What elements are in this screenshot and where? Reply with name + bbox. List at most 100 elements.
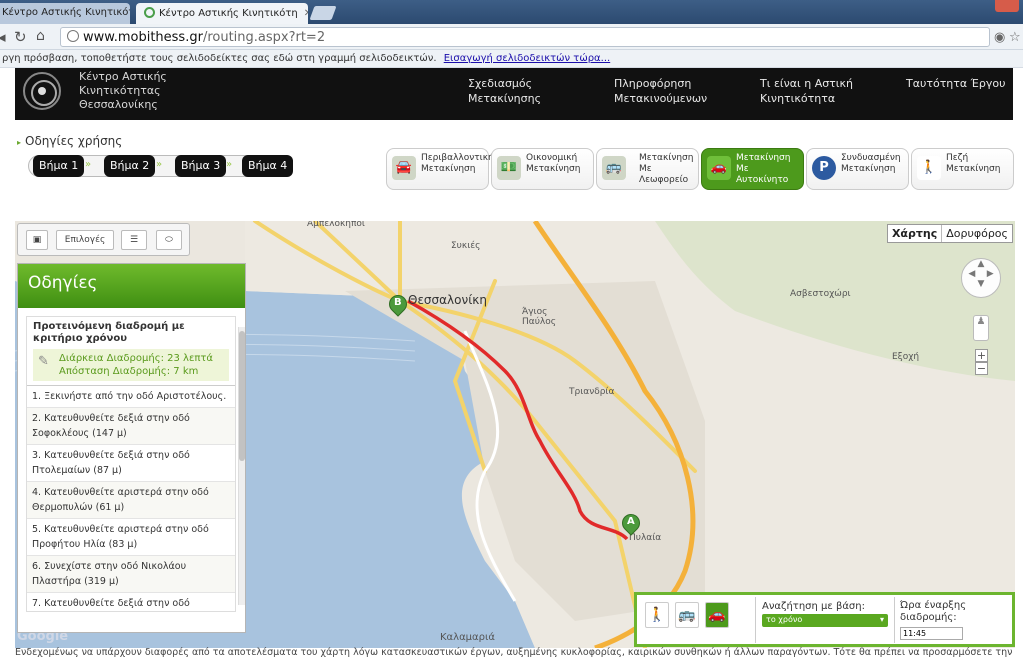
step-4-button[interactable]: Βήμα 4 <box>242 155 294 177</box>
dropdown-caret-icon: ▾ <box>879 615 884 624</box>
eco-car-icon: 🚘 <box>392 156 416 180</box>
bus-icon: 🚌 <box>602 156 626 180</box>
site-logo-text[interactable]: Κέντρο Αστικής Κινητικότητας Θεσσαλονίκη… <box>79 70 167 112</box>
window-close-button[interactable] <box>995 0 1019 12</box>
zoom-in-button[interactable]: + <box>975 349 988 362</box>
money-icon: 💵 <box>497 156 521 180</box>
address-bar[interactable]: www.mobithess.gr/routing.aspx?rt=2 <box>60 27 990 47</box>
directions-panel: Οδηγίες Προτεινόμενη διαδρομή με κριτήρι… <box>17 263 246 633</box>
layers-icon[interactable]: ☰ <box>121 230 147 250</box>
logo-line: Κινητικότητας <box>79 84 161 97</box>
site-favicon-icon <box>144 7 155 18</box>
route-search-box: 🚶 🚌 🚗 Αναζήτηση με βάση: το χρόνο ▾ Ώρα έ… <box>634 592 1015 647</box>
map-label: Άγιος Παύλος <box>522 307 557 327</box>
directions-title: Οδηγίες <box>18 264 245 308</box>
step-arrow-icon: » <box>85 159 92 170</box>
map-label: Τριανδρία <box>569 387 615 397</box>
toggle-panel-icon[interactable]: ▣ <box>26 230 48 250</box>
page-icon <box>67 30 79 42</box>
bookmark-star-icon[interactable]: ☆ <box>1009 30 1021 45</box>
map-label: Θεσσαλονίκη <box>408 293 487 307</box>
direction-step[interactable]: 3. Κατευθυνθείτε δεξιά στην οδό Πτολεμαί… <box>27 445 235 482</box>
home-icon[interactable]: ⌂ <box>36 28 45 44</box>
route-duration: Διάρκεια Διαδρομής: 23 λεπτά <box>59 353 213 364</box>
fullscreen-icon[interactable]: ⬭ <box>156 230 182 250</box>
search-by-select[interactable]: το χρόνο ▾ <box>762 614 888 627</box>
usage-instructions-title: ▸ Οδηγίες χρήσης <box>17 134 123 148</box>
direction-step[interactable]: 1. Ξεκινήστε από την οδό Αριστοτέλους. <box>27 386 235 408</box>
recommended-route[interactable]: Προτεινόμενη διαδρομή με κριτήριο χρόνου… <box>27 317 235 386</box>
url-path: /routing.aspx?rt=2 <box>202 30 326 45</box>
mode-tab-walk[interactable]: 🚶 Πεζή Μετακίνηση <box>911 148 1014 190</box>
scrollbar-thumb[interactable] <box>239 331 245 461</box>
route-distance: Απόσταση Διαδρομής: 7 km <box>59 366 199 377</box>
walk-mode-icon[interactable]: 🚶 <box>645 602 669 628</box>
location-icon[interactable]: ◉ <box>994 30 1005 45</box>
url-host: www.mobithess.gr <box>83 30 203 45</box>
mode-tab-economic[interactable]: 💵 Οικονομική Μετακίνηση <box>491 148 594 190</box>
pan-control[interactable]: ▲ ◀ ▶ ▼ <box>961 258 1001 298</box>
map-label: Αμπελόκηποι <box>307 221 365 229</box>
start-time-label: Ώρα έναρξης διαδρομής: <box>900 600 967 623</box>
direction-step[interactable]: 5. Κατευθυνθείτε αριστερά στην οδό Προφή… <box>27 519 235 556</box>
directions-scrollbar[interactable] <box>238 327 245 605</box>
direction-step[interactable]: 6. Συνεχίστε στην οδό Νικολάου Πλαστήρα … <box>27 556 235 593</box>
site-header: Κέντρο Αστικής Κινητικότητας Θεσσαλονίκη… <box>15 68 1013 120</box>
site-logo-icon[interactable] <box>23 72 61 110</box>
map-label: Πυλαία <box>629 533 662 543</box>
bookmark-prompt: ργη πρόσβαση, τοποθετήστε τους σελιδοδεί… <box>2 53 437 64</box>
close-tab-icon[interactable]: ✕ <box>304 8 308 19</box>
street-view-pegman-icon[interactable]: ♟ <box>973 315 989 341</box>
map-label: Εξοχή <box>892 352 920 362</box>
disclaimer-text: Ενδεχομένως να υπάρχουν διαφορές από τα … <box>15 647 1013 658</box>
pedestrian-icon: 🚶 <box>917 156 941 180</box>
logo-line: Θεσσαλονίκης <box>79 98 158 111</box>
directions-list[interactable]: Προτεινόμενη διαδρομή με κριτήριο χρόνου… <box>26 316 236 612</box>
recommended-route-title: Προτεινόμενη διαδρομή με κριτήριο χρόνου <box>33 321 185 344</box>
new-tab-button[interactable] <box>309 6 337 20</box>
divider <box>894 597 895 643</box>
browser-toolbar: ◂ ↻ ⌂ www.mobithess.gr/routing.aspx?rt=2… <box>0 24 1023 50</box>
map-type-control: Χάρτης Δορυφόρος <box>886 224 1013 243</box>
mode-tab-bus[interactable]: 🚌 Μετακίνηση Με Λεωφορείο <box>596 148 699 190</box>
tab-title: Κέντρο Αστικής Κινητικότη <box>2 7 130 18</box>
mode-tab-environmental[interactable]: 🚘 Περιβαλλοντική Μετακίνηση <box>386 148 494 190</box>
direction-step[interactable]: 2. Κατευθυνθείτε δεξιά στην οδό Σοφοκλέο… <box>27 408 235 445</box>
menu-item-project-identity[interactable]: Ταυτότητα Έργου <box>906 76 1005 91</box>
browser-tab-bar: Κέντρο Αστικής Κινητικότη ✕ Κέντρο Αστική… <box>0 0 1023 24</box>
options-button[interactable]: Επιλογές <box>56 230 114 250</box>
bullet-arrow-icon: ▸ <box>17 138 22 147</box>
map-label: Καλαμαριά <box>440 632 495 643</box>
direction-step[interactable]: 7. Κατευθυνθείτε δεξιά στην οδό <box>27 593 235 611</box>
menu-item-trip-planning[interactable]: Σχεδιασμός Μετακίνησης <box>468 76 541 106</box>
mode-tab-car[interactable]: 🚗 Μετακίνηση Με Αυτοκίνητο <box>701 148 804 190</box>
map-label: Συκιές <box>451 241 481 251</box>
menu-item-traveller-info[interactable]: Πληροφόρηση Μετακινούμενων <box>614 76 707 106</box>
reload-icon[interactable]: ↻ <box>14 28 27 46</box>
back-icon[interactable]: ◂ <box>0 28 6 46</box>
zoom-out-button[interactable]: − <box>975 362 988 375</box>
logo-line: Κέντρο Αστικής <box>79 70 167 83</box>
browser-tab-inactive[interactable]: Κέντρο Αστικής Κινητικότη✕ <box>0 3 130 24</box>
direction-step[interactable]: 4. Κατευθυνθείτε αριστερά στην οδό Θερμο… <box>27 482 235 519</box>
step-arrow-icon: » <box>226 159 233 170</box>
menu-item-urban-mobility[interactable]: Τι είναι η Αστική Κινητικότητα <box>760 76 853 106</box>
step-arrow-icon: » <box>156 159 163 170</box>
import-bookmarks-link[interactable]: Εισαγωγή σελιδοδεικτών τώρα... <box>444 53 610 64</box>
search-by-label: Αναζήτηση με βάση: <box>762 601 865 612</box>
map-type-satellite-button[interactable]: Δορυφόρος <box>942 225 1012 242</box>
tab-title: Κέντρο Αστικής Κινητικότη <box>159 8 298 19</box>
start-time-input[interactable] <box>900 627 963 640</box>
bookmark-bar: ργη πρόσβαση, τοποθετήστε τους σελιδοδεί… <box>0 50 1023 68</box>
map-label: Ασβεστοχώρι <box>790 289 851 299</box>
step-2-button[interactable]: Βήμα 2 <box>104 155 156 177</box>
car-icon: 🚗 <box>707 156 731 180</box>
mode-tab-combined[interactable]: P Συνδυασμένη Μετακίνηση <box>806 148 909 190</box>
map-type-map-button[interactable]: Χάρτης <box>888 225 943 242</box>
step-1-button[interactable]: Βήμα 1 <box>33 155 85 177</box>
browser-tab-active[interactable]: Κέντρο Αστικής Κινητικότη ✕ <box>136 3 308 24</box>
parking-icon: P <box>812 156 836 180</box>
car-mode-icon[interactable]: 🚗 <box>705 602 729 628</box>
bus-mode-icon[interactable]: 🚌 <box>675 602 699 628</box>
step-3-button[interactable]: Βήμα 3 <box>175 155 227 177</box>
